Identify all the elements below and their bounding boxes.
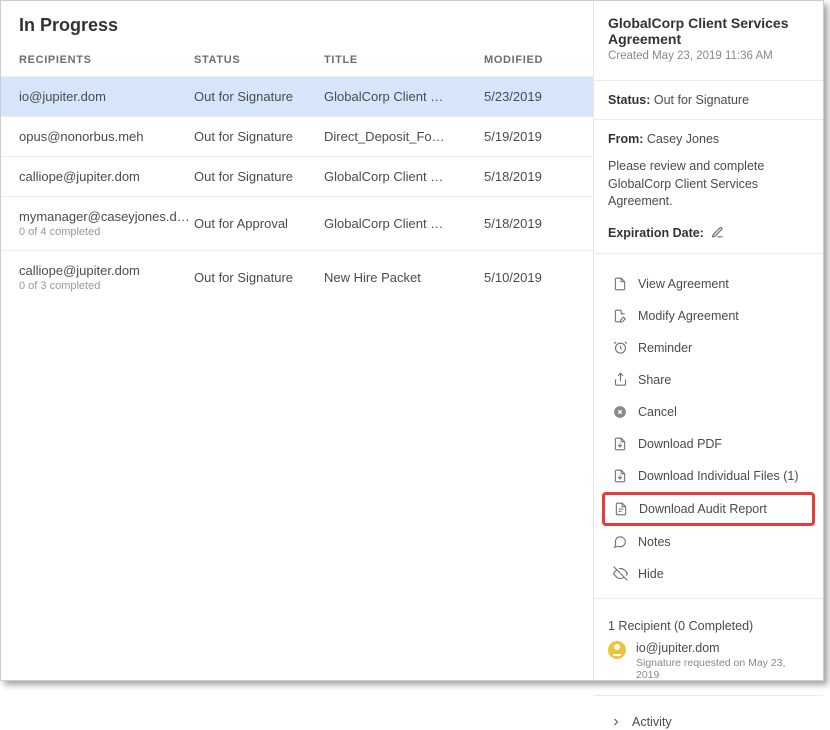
chevron-right-icon [608, 714, 624, 730]
hide[interactable]: Hide [608, 558, 809, 590]
audit-report-icon [613, 501, 629, 517]
document-icon [612, 276, 628, 292]
table-header: RECIPIENTS STATUS TITLE MODIFIED [1, 54, 593, 76]
edit-document-icon [612, 308, 628, 324]
agreements-table: RECIPIENTS STATUS TITLE MODIFIED io@jupi… [1, 54, 593, 304]
detail-message: Please review and complete GlobalCorp Cl… [608, 158, 809, 211]
recipient-item: io@jupiter.dom Signature requested on Ma… [608, 641, 809, 681]
table-row[interactable]: io@jupiter.dom Out for Signature GlobalC… [1, 76, 593, 116]
detail-created: Created May 23, 2019 11:36 AM [608, 50, 809, 62]
view-agreement[interactable]: View Agreement [608, 268, 809, 300]
col-modified: MODIFIED [484, 54, 575, 66]
action-label: Hide [638, 567, 664, 581]
share[interactable]: Share [608, 364, 809, 396]
row-date: 5/10/2019 [484, 270, 575, 285]
row-recipient: calliope@jupiter.dom 0 of 3 completed [19, 263, 194, 292]
row-title: GlobalCorp Client … [324, 216, 484, 231]
download-files-icon [612, 468, 628, 484]
detail-title: GlobalCorp Client Services Agreement [608, 15, 809, 47]
page-title: In Progress [1, 15, 593, 54]
row-recipient: io@jupiter.dom [19, 89, 194, 104]
row-status: Out for Signature [194, 89, 324, 104]
detail-panel: GlobalCorp Client Services Agreement Cre… [593, 1, 823, 680]
expiration-row: Expiration Date: [608, 225, 809, 241]
action-label: Download Individual Files (1) [638, 469, 799, 483]
col-title: TITLE [324, 54, 484, 66]
row-recipient: calliope@jupiter.dom [19, 169, 194, 184]
action-label: Download Audit Report [639, 502, 767, 516]
cancel[interactable]: Cancel [608, 396, 809, 428]
action-label: Cancel [638, 405, 677, 419]
notes[interactable]: Notes [608, 526, 809, 558]
col-recipients: RECIPIENTS [19, 54, 194, 66]
row-status: Out for Signature [194, 169, 324, 184]
table-row[interactable]: calliope@jupiter.dom 0 of 3 completed Ou… [1, 250, 593, 304]
action-label: Download PDF [638, 437, 722, 451]
modify-agreement[interactable]: Modify Agreement [608, 300, 809, 332]
reminder[interactable]: Reminder [608, 332, 809, 364]
download-files[interactable]: Download Individual Files (1) [608, 460, 809, 492]
avatar [608, 641, 626, 659]
hide-icon [612, 566, 628, 582]
share-icon [612, 372, 628, 388]
recipients-heading: 1 Recipient (0 Completed) [608, 619, 809, 633]
col-status: STATUS [194, 54, 324, 66]
recipient-name: io@jupiter.dom [636, 641, 809, 655]
download-pdf-icon [612, 436, 628, 452]
row-date: 5/18/2019 [484, 216, 575, 231]
row-date: 5/18/2019 [484, 169, 575, 184]
row-title: GlobalCorp Client … [324, 169, 484, 184]
clock-icon [612, 340, 628, 356]
table-row[interactable]: calliope@jupiter.dom Out for Signature G… [1, 156, 593, 196]
activity-label: Activity [632, 715, 672, 729]
action-label: Share [638, 373, 671, 387]
download-pdf[interactable]: Download PDF [608, 428, 809, 460]
action-label: View Agreement [638, 277, 729, 291]
row-title: Direct_Deposit_Fo… [324, 129, 484, 144]
row-recipient: mymanager@caseyjones.d… 0 of 4 completed [19, 209, 194, 238]
detail-status: Status: Out for Signature [608, 93, 809, 107]
activity-toggle[interactable]: Activity [608, 704, 809, 730]
action-label: Reminder [638, 341, 692, 355]
action-label: Notes [638, 535, 671, 549]
row-status: Out for Signature [194, 270, 324, 285]
row-date: 5/23/2019 [484, 89, 575, 104]
row-recipient: opus@nonorbus.meh [19, 129, 194, 144]
row-date: 5/19/2019 [484, 129, 575, 144]
table-row[interactable]: opus@nonorbus.meh Out for Signature Dire… [1, 116, 593, 156]
pencil-icon[interactable] [710, 225, 726, 241]
recipient-sub: Signature requested on May 23, 2019 [636, 657, 809, 681]
main-panel: In Progress RECIPIENTS STATUS TITLE MODI… [1, 1, 593, 680]
cancel-icon [612, 404, 628, 420]
download-audit-report[interactable]: Download Audit Report [602, 492, 815, 526]
row-status: Out for Signature [194, 129, 324, 144]
table-row[interactable]: mymanager@caseyjones.d… 0 of 4 completed… [1, 196, 593, 250]
row-title: GlobalCorp Client … [324, 89, 484, 104]
notes-icon [612, 534, 628, 550]
row-title: New Hire Packet [324, 270, 484, 285]
action-label: Modify Agreement [638, 309, 739, 323]
detail-from: From: Casey Jones [608, 132, 809, 146]
row-status: Out for Approval [194, 216, 324, 231]
